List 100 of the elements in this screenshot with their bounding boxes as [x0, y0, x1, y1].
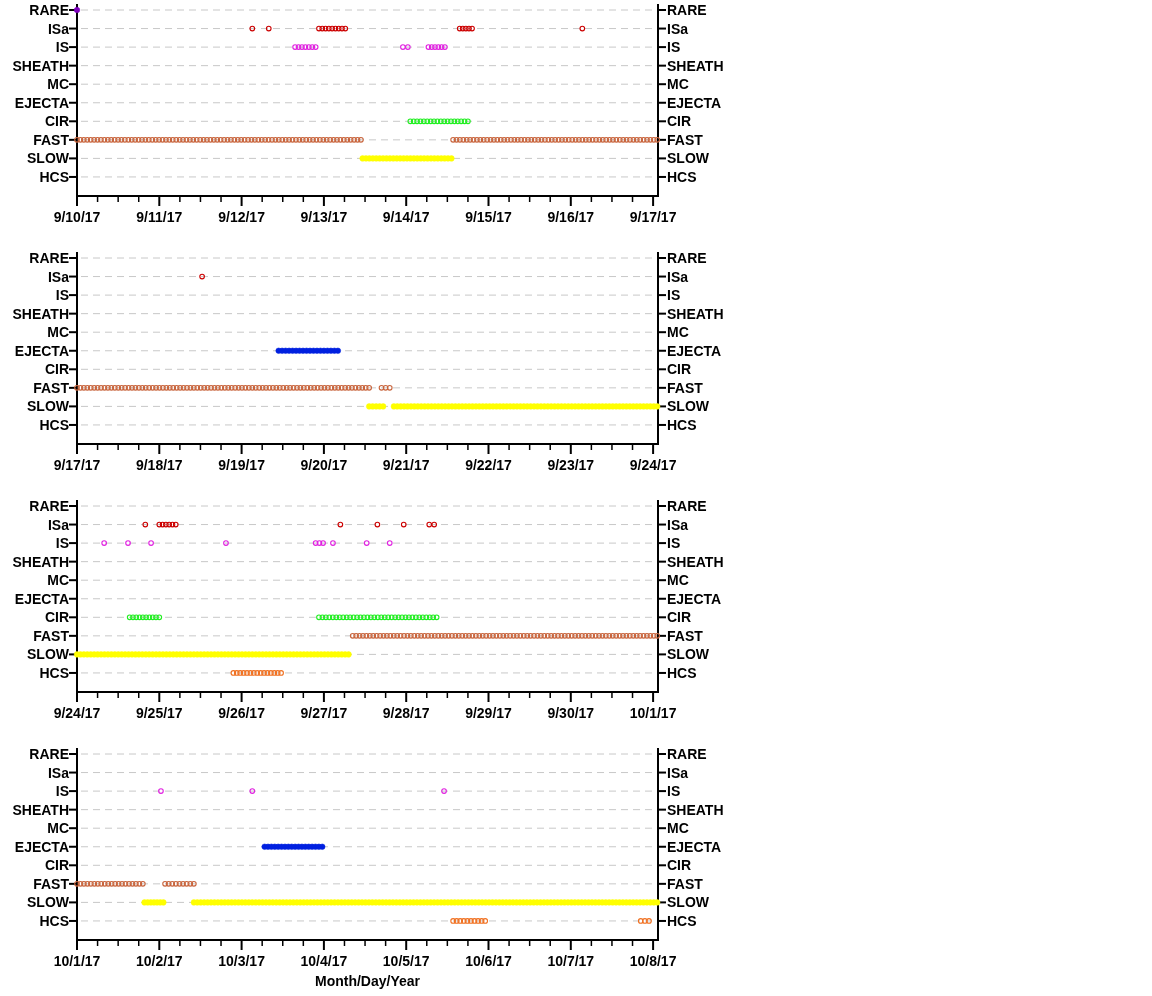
x-tick-label: 10/6/17: [465, 953, 512, 969]
x-tick-label: 9/30/17: [547, 705, 595, 721]
y-tick-label: CIR: [667, 609, 692, 626]
y-tick-label: CIR: [44, 113, 69, 130]
x-tick-label: 9/29/17: [465, 705, 512, 721]
x-tick-label: 9/20/17: [300, 457, 348, 473]
x-tick-label: 9/22/17: [465, 457, 512, 473]
y-tick-label: EJECTA: [667, 342, 722, 359]
y-tick-label: HCS: [39, 416, 69, 433]
y-tick-label: SLOW: [27, 398, 69, 415]
y-tick-label: IS: [667, 535, 681, 552]
x-tick-label: 9/25/17: [135, 705, 183, 721]
y-tick-label: EJECTA: [667, 590, 722, 607]
y-tick-label: HCS: [39, 168, 69, 185]
y-tick-label: CIR: [44, 609, 69, 626]
y-tick-label: RARE: [667, 498, 707, 514]
x-tick-label: 9/12/17: [218, 209, 265, 225]
y-tick-label: ISa: [48, 516, 69, 533]
x-tick-label: 10/8/17: [629, 953, 677, 969]
y-tick-label: HCS: [39, 664, 69, 681]
y-tick-label: HCS: [667, 664, 697, 681]
y-tick-label: FAST: [33, 875, 69, 892]
y-tick-label: SHEATH: [12, 801, 69, 818]
y-tick-label: SLOW: [667, 646, 709, 663]
y-tick-label: RARE: [29, 2, 69, 18]
y-tick-label: IS: [667, 287, 681, 304]
y-tick-label: SLOW: [27, 150, 69, 167]
y-tick-label: MC: [47, 820, 69, 837]
x-tick-label: 9/21/17: [382, 457, 430, 473]
y-tick-label: MC: [47, 324, 69, 341]
y-tick-label: SLOW: [667, 894, 709, 911]
y-tick-label: RARE: [29, 498, 69, 514]
x-axis-title: Month/Day/Year: [315, 973, 420, 989]
y-tick-label: SLOW: [667, 398, 709, 415]
y-tick-label: FAST: [667, 131, 703, 148]
y-tick-label: ISa: [667, 268, 688, 285]
y-tick-label: SHEATH: [667, 553, 724, 570]
y-tick-label: HCS: [667, 416, 697, 433]
y-tick-label: RARE: [29, 250, 69, 266]
y-tick-label: MC: [667, 572, 689, 589]
x-tick-label: 9/23/17: [547, 457, 595, 473]
y-tick-label: CIR: [44, 361, 69, 378]
y-tick-label: CIR: [667, 361, 692, 378]
x-tick-label: 9/18/17: [135, 457, 183, 473]
y-tick-label: CIR: [44, 857, 69, 874]
y-tick-label: SHEATH: [12, 553, 69, 570]
y-tick-label: EJECTA: [14, 342, 69, 359]
y-tick-label: MC: [667, 76, 689, 93]
x-tick-label: 9/16/17: [547, 209, 595, 225]
y-tick-label: IS: [55, 39, 69, 56]
y-tick-label: EJECTA: [667, 838, 722, 855]
y-tick-label: IS: [667, 39, 681, 56]
y-tick-label: ISa: [667, 516, 688, 533]
y-tick-label: IS: [55, 783, 69, 800]
y-tick-label: SHEATH: [667, 801, 724, 818]
x-tick-label: 9/11/17: [136, 209, 183, 225]
y-tick-label: IS: [667, 783, 681, 800]
y-tick-label: SHEATH: [12, 305, 69, 322]
y-tick-label: SLOW: [27, 894, 69, 911]
y-tick-label: HCS: [667, 912, 697, 929]
y-tick-label: ISa: [48, 268, 69, 285]
y-tick-label: HCS: [39, 912, 69, 929]
y-tick-label: CIR: [667, 113, 692, 130]
y-tick-label: IS: [55, 287, 69, 304]
y-tick-label: ISa: [667, 764, 688, 781]
y-tick-label: HCS: [667, 168, 697, 185]
y-tick-label: CIR: [667, 857, 692, 874]
y-tick-label: SHEATH: [667, 305, 724, 322]
y-tick-label: SHEATH: [667, 57, 724, 74]
x-tick-label: 9/28/17: [382, 705, 430, 721]
y-tick-label: SLOW: [27, 646, 69, 663]
y-tick-label: IS: [55, 535, 69, 552]
x-tick-label: 9/17/17: [629, 209, 677, 225]
x-tick-label: 9/15/17: [465, 209, 512, 225]
x-tick-label: 9/14/17: [382, 209, 430, 225]
x-tick-label: 10/3/17: [218, 953, 265, 969]
x-tick-label: 9/24/17: [629, 457, 677, 473]
x-tick-label: 10/2/17: [135, 953, 183, 969]
x-tick-label: 9/17/17: [53, 457, 101, 473]
x-tick-label: 9/24/17: [53, 705, 101, 721]
y-tick-label: FAST: [33, 379, 69, 396]
y-tick-label: RARE: [29, 746, 69, 762]
y-tick-label: RARE: [667, 2, 707, 18]
x-tick-label: 10/1/17: [629, 705, 677, 721]
y-tick-label: FAST: [667, 379, 703, 396]
y-tick-label: FAST: [33, 627, 69, 644]
y-tick-label: FAST: [667, 627, 703, 644]
y-tick-label: EJECTA: [14, 590, 69, 607]
y-tick-label: MC: [667, 324, 689, 341]
y-tick-label: EJECTA: [14, 838, 69, 855]
y-tick-label: RARE: [667, 250, 707, 266]
y-tick-label: FAST: [33, 131, 69, 148]
y-tick-label: SHEATH: [12, 57, 69, 74]
y-tick-label: RARE: [667, 746, 707, 762]
x-tick-label: 10/5/17: [382, 953, 430, 969]
y-tick-label: MC: [47, 76, 69, 93]
x-tick-label: 10/7/17: [547, 953, 595, 969]
x-tick-label: 10/1/17: [53, 953, 101, 969]
y-tick-label: MC: [667, 820, 689, 837]
y-tick-label: ISa: [48, 20, 69, 37]
